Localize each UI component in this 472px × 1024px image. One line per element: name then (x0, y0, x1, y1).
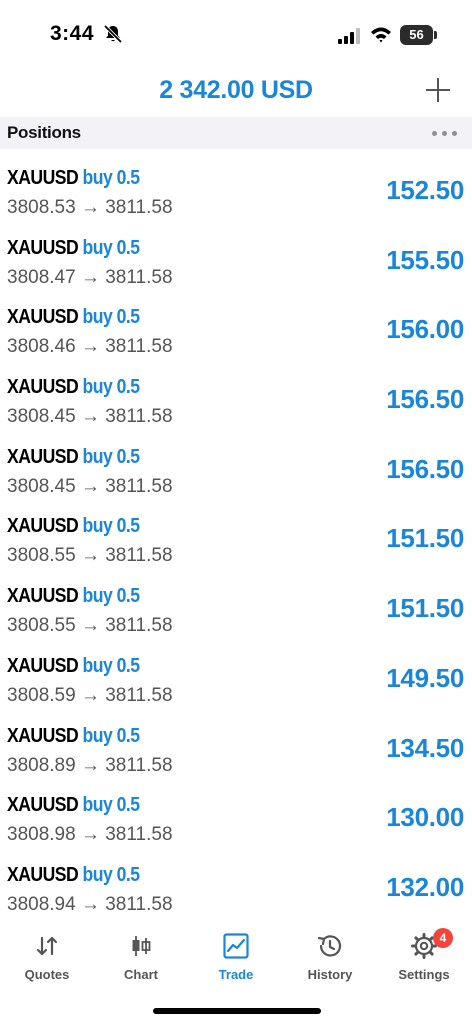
position-row[interactable]: XAUUSD buy 0.5 3808.55 → 3811.58 151.50 (0, 567, 472, 637)
position-prices: 3808.46 → 3811.58 (7, 336, 173, 358)
position-prices: 3808.55 → 3811.58 (7, 545, 173, 567)
position-prices: 3808.45 → 3811.58 (7, 475, 173, 497)
position-type: buy 0.5 (82, 445, 140, 468)
position-prices: 3808.47 → 3811.58 (7, 266, 173, 288)
more-options-icon[interactable] (432, 131, 458, 137)
tab-label: Chart (124, 967, 158, 982)
position-symbol: XAUUSD (7, 376, 79, 399)
position-profit: 156.00 (386, 314, 464, 345)
status-time: 3:44 (50, 22, 95, 45)
home-indicator (153, 1008, 321, 1014)
position-type: buy 0.5 (82, 863, 140, 886)
tab-label: Settings (398, 967, 450, 982)
position-symbol: XAUUSD (7, 167, 79, 189)
position-row[interactable]: XAUUSD buy 0.5 3808.89 → 3811.58 134.50 (0, 707, 472, 777)
position-symbol: XAUUSD (7, 445, 79, 468)
position-row[interactable]: XAUUSD buy 0.5 3808.45 → 3811.58 156.50 (0, 428, 472, 498)
position-type: buy 0.5 (82, 236, 140, 259)
tab-trade[interactable]: Trade (189, 922, 283, 992)
tab-label: Quotes (24, 967, 70, 982)
position-profit: 152.50 (386, 175, 464, 205)
position-symbol: XAUUSD (7, 724, 79, 747)
status-bar: 3:44 56 (0, 0, 472, 68)
position-symbol: XAUUSD (7, 585, 79, 608)
bell-off-icon (103, 24, 123, 44)
position-row[interactable]: XAUUSD buy 0.5 3808.45 → 3811.58 156.50 (0, 358, 472, 428)
position-prices: 3808.59 → 3811.58 (7, 684, 173, 706)
position-profit: 156.50 (386, 453, 464, 484)
position-profit: 151.50 (386, 523, 464, 554)
position-prices: 3808.89 → 3811.58 (7, 754, 173, 776)
bottom-tab-bar: Quotes Chart Trade History 4 Settings (0, 922, 472, 992)
account-header: 2 342.00 USD (0, 68, 472, 116)
position-row[interactable]: XAUUSD buy 0.5 3808.94 → 3811.58 132.00 (0, 846, 472, 916)
position-row[interactable]: XAUUSD buy 0.5 3808.47 → 3811.58 155.50 (0, 219, 472, 289)
section-title: Positions (7, 123, 81, 142)
position-profit: 151.50 (386, 593, 464, 624)
tab-label: History (307, 967, 353, 982)
position-symbol: XAUUSD (7, 236, 79, 259)
trade-icon (223, 933, 249, 959)
position-type: buy 0.5 (82, 585, 140, 608)
position-symbol: XAUUSD (7, 794, 79, 817)
history-icon (317, 935, 342, 957)
position-row[interactable]: XAUUSD buy 0.5 3808.59 → 3811.58 149.50 (0, 637, 472, 707)
position-profit: 156.50 (386, 384, 464, 415)
position-type: buy 0.5 (82, 654, 140, 677)
position-type: buy 0.5 (82, 306, 140, 329)
position-profit: 155.50 (386, 244, 464, 275)
position-row[interactable]: XAUUSD buy 0.5 3808.53 → 3811.58 152.50 (0, 149, 472, 219)
position-type: buy 0.5 (82, 515, 140, 538)
notification-badge: 4 (433, 928, 453, 948)
positions-section-header: Positions (0, 117, 472, 149)
account-balance: 2 342.00 USD (159, 76, 313, 104)
position-prices: 3808.53 → 3811.58 (7, 197, 173, 218)
position-prices: 3808.55 → 3811.58 (7, 615, 173, 637)
position-symbol: XAUUSD (7, 863, 79, 886)
position-type: buy 0.5 (82, 724, 140, 747)
tab-history[interactable]: History (283, 922, 377, 992)
battery-indicator: 56 (400, 25, 437, 45)
tab-label: Trade (218, 967, 254, 982)
position-profit: 132.00 (386, 871, 464, 902)
quotes-icon (36, 936, 58, 956)
position-symbol: XAUUSD (7, 306, 79, 329)
position-row[interactable]: XAUUSD buy 0.5 3808.55 → 3811.58 151.50 (0, 497, 472, 567)
position-type: buy 0.5 (82, 167, 140, 189)
cellular-signal-icon (338, 28, 360, 44)
tab-settings[interactable]: 4 Settings (377, 922, 471, 992)
position-type: buy 0.5 (82, 794, 140, 817)
position-prices: 3808.94 → 3811.58 (7, 893, 173, 915)
position-prices: 3808.98 → 3811.58 (7, 824, 173, 846)
position-type: buy 0.5 (82, 376, 140, 399)
position-profit: 130.00 (386, 802, 464, 833)
wifi-icon (371, 27, 391, 43)
position-prices: 3808.45 → 3811.58 (7, 406, 173, 428)
tab-quotes[interactable]: Quotes (0, 922, 94, 992)
position-profit: 149.50 (386, 662, 464, 693)
new-order-plus-icon[interactable] (424, 76, 452, 104)
chart-icon (132, 936, 151, 956)
position-row[interactable]: XAUUSD buy 0.5 3808.46 → 3811.58 156.00 (0, 288, 472, 358)
positions-list: XAUUSD buy 0.5 3808.53 → 3811.58 152.50 … (0, 149, 472, 916)
position-row[interactable]: XAUUSD buy 0.5 3808.98 → 3811.58 130.00 (0, 776, 472, 846)
position-symbol: XAUUSD (7, 515, 79, 538)
position-symbol: XAUUSD (7, 654, 79, 677)
tab-chart[interactable]: Chart (94, 922, 188, 992)
position-profit: 134.50 (386, 732, 464, 763)
